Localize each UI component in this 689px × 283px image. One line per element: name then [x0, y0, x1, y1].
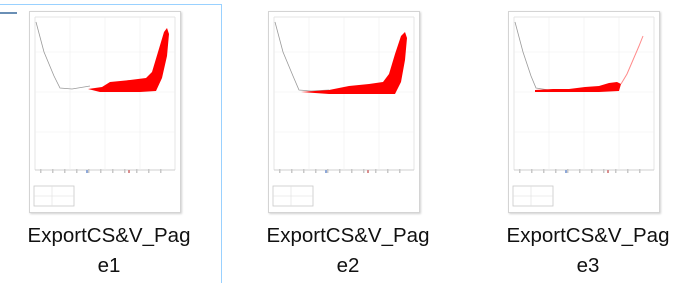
file-thumbnail-2: [268, 11, 420, 213]
chart-thumbnail-icon: [272, 16, 415, 207]
file-name-label: ExportCS&V_Pag e2: [266, 224, 430, 277]
chart-thumbnail-icon: [512, 16, 655, 207]
file-name-label: ExportCS&V_Pag e3: [506, 224, 670, 277]
selection-border: [0, 4, 222, 5]
file-thumbnail-1: [29, 11, 181, 213]
file-explorer-icon-view: ExportCS&V_Pag e1 ExportCS&V_Pag e2 Expo…: [0, 0, 689, 283]
file-thumbnail-3: [508, 11, 660, 213]
file-item-2[interactable]: ExportCS&V_Pag e2: [239, 6, 475, 283]
file-item-1[interactable]: ExportCS&V_Pag e1: [0, 6, 236, 283]
file-item-3[interactable]: ExportCS&V_Pag e3: [479, 6, 689, 283]
chart-thumbnail-icon: [33, 16, 176, 207]
file-name-label: ExportCS&V_Pag e1: [27, 224, 191, 277]
